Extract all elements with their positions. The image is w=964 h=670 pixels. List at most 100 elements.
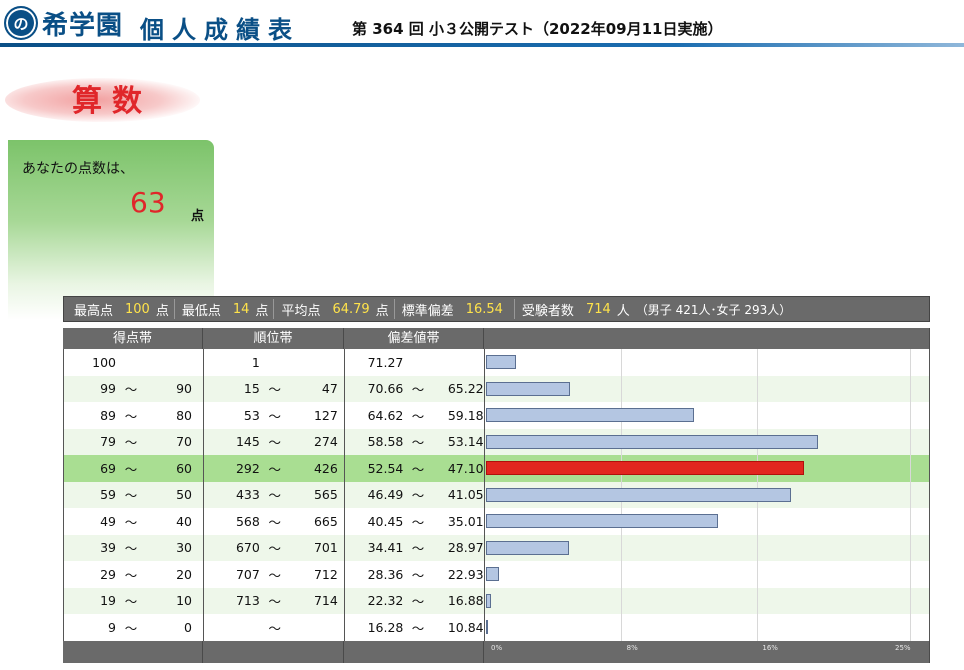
range-to: 80 xyxy=(176,407,192,423)
range-to: 0 xyxy=(184,619,192,635)
deviation-band-cell: 40.45 ～ 35.01 xyxy=(345,508,485,535)
range: 40.45 ～ 35.01 xyxy=(345,508,484,535)
chart-cell xyxy=(485,455,931,482)
range-from: 292 xyxy=(235,460,260,476)
range: 52.54 ～ 47.10 xyxy=(345,455,484,482)
range-tilde: ～ xyxy=(411,488,425,504)
range: ～ xyxy=(204,614,344,641)
gridline xyxy=(909,349,911,376)
gridline xyxy=(756,561,758,588)
range-from: 53 xyxy=(243,407,260,423)
range-to: 30 xyxy=(176,540,192,556)
gridline xyxy=(909,402,911,429)
range: 19 ～ 10 xyxy=(64,588,203,615)
chart-cell xyxy=(485,534,931,561)
distribution-bar xyxy=(485,593,491,608)
gridline xyxy=(756,375,758,402)
range-tilde: ～ xyxy=(411,514,425,530)
distribution-table: 得点帯 順位帯 偏差値帯 100 1 71.27 99 ～ 90 15 ～ 47 70.66 ～ 65… xyxy=(63,328,931,663)
min-unit: 点 xyxy=(255,303,269,319)
score-band-cell: 9 ～ 0 xyxy=(64,614,204,641)
header-chart xyxy=(484,328,930,349)
stats-divider xyxy=(173,299,175,319)
gridline xyxy=(909,508,911,535)
axis-tick-label: 8% xyxy=(626,643,638,652)
distribution-bar xyxy=(485,408,695,422)
range-to: 41.05 xyxy=(447,487,484,503)
range-to: 22.93 xyxy=(447,566,484,582)
distribution-bar xyxy=(485,620,488,634)
range-from: 707 xyxy=(235,566,260,582)
gridline xyxy=(909,481,911,508)
gridline xyxy=(909,534,911,561)
range-from: 58.58 xyxy=(367,434,404,450)
axis-tick-label: 25% xyxy=(895,643,911,652)
rank-band-cell: 15 ～ 47 xyxy=(204,375,345,402)
school-logo: の 希学園 xyxy=(4,6,123,41)
count-unit: 人 xyxy=(616,303,630,319)
range-from: 39 xyxy=(100,540,116,556)
count-label: 受験者数 xyxy=(521,303,574,319)
avg-label: 平均点 xyxy=(281,303,321,319)
distribution-bar xyxy=(485,540,569,555)
range: 46.49 ～ 41.05 xyxy=(345,482,484,509)
range-tilde: ～ xyxy=(124,488,138,504)
table-row: 39 ～ 30 670 ～ 701 34.41 ～ 28.97 xyxy=(64,534,931,562)
range-to: 28.97 xyxy=(447,540,484,556)
range-from: 16.28 xyxy=(367,619,404,635)
range-from: 99 xyxy=(100,381,116,397)
stats-divider xyxy=(273,299,275,319)
footer-cell xyxy=(203,640,344,663)
count-value: 714 xyxy=(585,301,611,317)
distribution-bar xyxy=(485,567,500,581)
range: 9 ～ 0 xyxy=(64,614,203,641)
range-from: 28.36 xyxy=(367,566,404,582)
range-tilde: ～ xyxy=(411,541,425,557)
distribution-bar xyxy=(485,381,571,396)
range-to: 712 xyxy=(313,566,338,582)
range-tilde: ～ xyxy=(411,594,425,610)
range-tilde: ～ xyxy=(268,594,282,610)
range-from: 59 xyxy=(100,487,116,503)
range-to: 35.01 xyxy=(447,513,484,529)
gridline xyxy=(909,375,911,402)
gridline xyxy=(756,349,758,376)
table-row: 79 ～ 70 145 ～ 274 58.58 ～ 53.14 xyxy=(64,428,931,455)
chart-cell xyxy=(485,614,931,641)
logo-mark-icon: の xyxy=(4,6,38,40)
chart-cell xyxy=(485,587,931,614)
range-from: 79 xyxy=(100,434,116,450)
gender-note: （男子 421人･女子 293人） xyxy=(635,302,792,317)
distribution-bar xyxy=(485,487,791,502)
range-to: 65.22 xyxy=(447,381,484,397)
range-from: 46.49 xyxy=(367,487,404,503)
range-to: 565 xyxy=(313,487,338,503)
range-to: 10 xyxy=(176,593,192,609)
range-tilde: ～ xyxy=(411,408,425,424)
table-row: 19 ～ 10 713 ～ 714 22.32 ～ 16.88 xyxy=(64,587,931,615)
range-from: 1 xyxy=(251,354,260,370)
range-tilde: ～ xyxy=(124,382,138,398)
min-value: 14 xyxy=(232,301,250,317)
range: 433 ～ 565 xyxy=(204,482,344,509)
range-tilde: ～ xyxy=(124,435,138,451)
score-band-cell: 59 ～ 50 xyxy=(64,481,204,508)
range-from: 52.54 xyxy=(367,460,404,476)
footer-cell xyxy=(344,640,484,663)
range-to: 701 xyxy=(313,540,338,556)
distribution-bar xyxy=(485,434,819,449)
range-tilde: ～ xyxy=(268,488,282,504)
range-from: 70.66 xyxy=(367,381,404,397)
range-to: 90 xyxy=(176,381,192,397)
gridline xyxy=(909,561,911,588)
gridline xyxy=(756,508,758,535)
range-to: 60 xyxy=(176,460,192,476)
range: 39 ～ 30 xyxy=(64,535,203,562)
table-row: 99 ～ 90 15 ～ 47 70.66 ～ 65.22 xyxy=(64,375,931,402)
range-from: 100 xyxy=(92,354,116,370)
min-label: 最低点 xyxy=(181,303,221,319)
table-row: 59 ～ 50 433 ～ 565 46.49 ～ 41.05 xyxy=(64,481,931,509)
range-from: 713 xyxy=(235,593,260,609)
footer-cell xyxy=(63,640,203,663)
range: 16.28 ～ 10.84 xyxy=(345,614,484,641)
